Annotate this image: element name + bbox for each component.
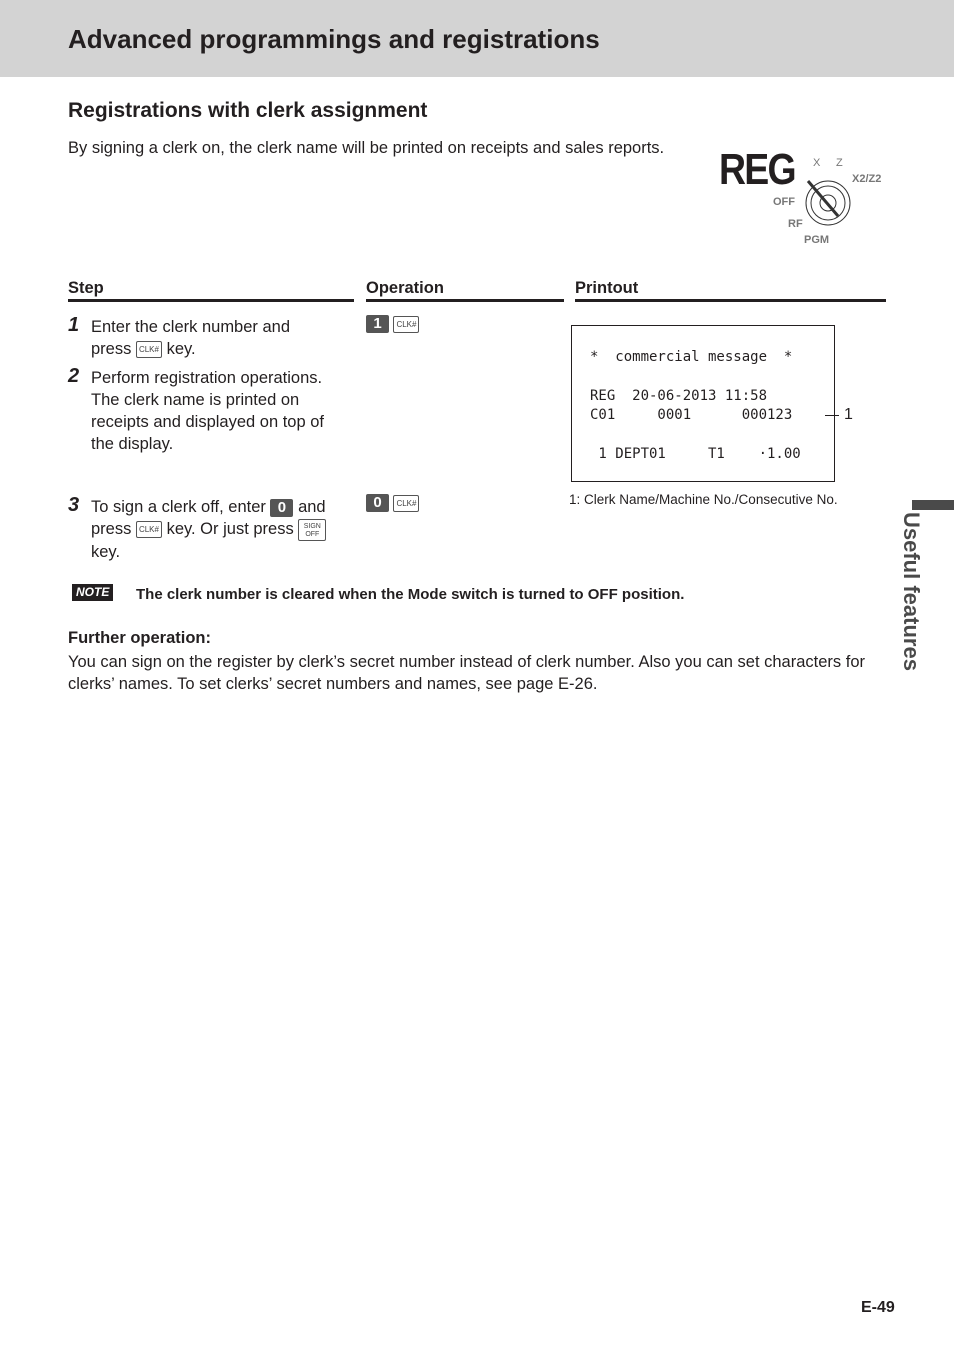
operation-3: 0 CLK# xyxy=(366,494,420,512)
callout-number: 1 xyxy=(844,406,853,423)
page-number: E-49 xyxy=(861,1299,895,1316)
step-1: 1 Enter the clerk number and press CLK# … xyxy=(68,314,351,360)
further-title: Further operation: xyxy=(68,629,211,647)
step-text: key. xyxy=(166,340,196,358)
col-operation: Operation xyxy=(366,279,564,302)
note-badge: NOTE xyxy=(72,584,114,601)
pos-z: Z xyxy=(836,157,843,169)
step-2: 2 Perform registration operations. The c… xyxy=(68,365,351,455)
step-number: 2 xyxy=(68,365,80,387)
further-text: You can sign on the register by clerk’s … xyxy=(68,653,865,693)
receipt-line: C01 0001 000123 xyxy=(590,407,793,423)
key-switch-icon xyxy=(805,180,851,226)
page-title: Advanced programmings and registrations xyxy=(68,24,600,54)
callout-line xyxy=(825,415,839,416)
clk-key-icon: CLK# xyxy=(135,521,162,539)
pos-x: X xyxy=(813,157,821,169)
sign-off-key-icon: SIGN OFF xyxy=(298,518,327,541)
receipt-printout: * commercial message * REG 20-06-2013 11… xyxy=(571,325,835,482)
side-tab-bar xyxy=(912,500,954,510)
section-title: Registrations with clerk assignment xyxy=(68,99,428,122)
pos-pgm: PGM xyxy=(804,234,830,246)
clk-key-icon: CLK# xyxy=(393,315,420,333)
step-text: key. xyxy=(91,542,121,561)
step-number: 3 xyxy=(68,494,80,516)
step-text: Perform registration operations. The cle… xyxy=(91,369,324,453)
mode-label: REG xyxy=(719,145,797,194)
step-text: and xyxy=(298,498,326,516)
zero-key-icon: 0 xyxy=(270,498,294,517)
one-key-icon: 1 xyxy=(366,315,389,333)
intro-text: By signing a clerk on, the clerk name wi… xyxy=(68,139,665,157)
step-text: press xyxy=(91,520,132,538)
operation-1: 1 CLK# xyxy=(366,315,420,333)
col-printout: Printout xyxy=(575,279,886,302)
receipt-line: REG 20-06-2013 11:58 xyxy=(590,388,768,404)
note-text: The clerk number is cleared when the Mod… xyxy=(136,586,685,603)
clk-key-icon: CLK# xyxy=(393,494,420,512)
footnote: 1: Clerk Name/Machine No./Consecutive No… xyxy=(569,492,838,507)
step-text: Enter the clerk number and xyxy=(91,318,291,336)
step-text: press xyxy=(91,340,132,358)
page-header: Advanced programmings and registrations xyxy=(0,0,954,77)
pos-off: OFF xyxy=(773,196,795,208)
step-number: 1 xyxy=(68,314,80,336)
side-tab-label: Useful features xyxy=(899,512,924,671)
mode-switch-illustration: REG X Z X2/Z2 OFF RF PGM xyxy=(715,145,890,250)
pos-x2z2: X2/Z2 xyxy=(852,173,882,185)
receipt-line: * commercial message * xyxy=(590,349,793,365)
step-text: To sign a clerk off, enter xyxy=(91,498,266,516)
step-3: 3 To sign a clerk off, enter 0 and press… xyxy=(68,494,353,563)
zero-key-icon: 0 xyxy=(366,494,389,512)
clk-key-icon: CLK# xyxy=(135,341,162,359)
pos-rf: RF xyxy=(788,218,803,230)
step-text: key. Or just press xyxy=(166,520,294,538)
receipt-line: 1 DEPT01 T1 ·1.00 xyxy=(590,446,801,462)
col-step: Step xyxy=(68,279,354,302)
